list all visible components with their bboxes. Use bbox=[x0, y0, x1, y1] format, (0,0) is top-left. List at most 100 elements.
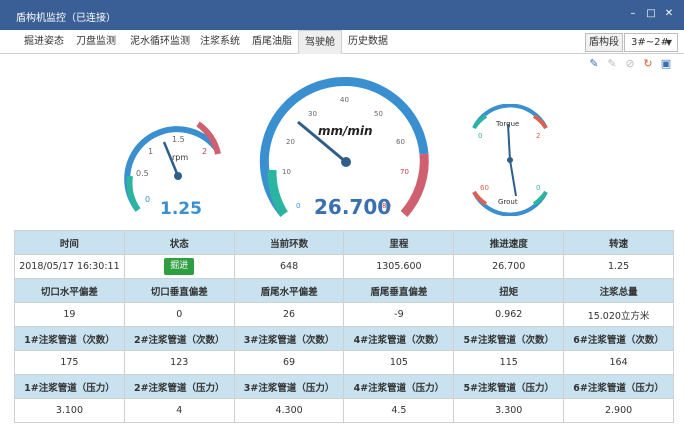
tab-history[interactable]: 历史数据 bbox=[342, 30, 394, 54]
table-cell: 0 bbox=[123, 302, 235, 327]
rpm-tick-4: 2 bbox=[202, 147, 207, 156]
tab-attitude[interactable]: 掘进姿态 bbox=[18, 30, 70, 54]
table-cell: 1305.600 bbox=[343, 254, 455, 279]
table-header-cell: 2#注浆管道（次数） bbox=[123, 326, 235, 351]
rpm-gauge: 0 0.5 1 1.5 2 rpm 1.25 bbox=[124, 121, 221, 219]
speed-tick-6: 60 bbox=[396, 138, 405, 146]
grout-tick-0: 60 bbox=[480, 184, 489, 192]
table-row: 2018/05/17 16:30:11 掘进 648 1305.600 26.700 1.… bbox=[14, 254, 674, 279]
table-header-row: 切口水平偏差 切口垂直偏差 盾尾水平偏差 盾尾垂直偏差 扭矩 注浆总量 bbox=[14, 278, 674, 303]
speed-gauge: 0 10 20 30 40 50 60 70 80 mm/min 26.700 bbox=[259, 76, 429, 219]
table-header-cell: 转速 bbox=[563, 230, 674, 255]
table-cell: 115 bbox=[453, 350, 565, 375]
window-controls: – □ ✕ bbox=[628, 8, 674, 20]
rpm-tick-2: 1 bbox=[148, 147, 153, 156]
tab-cockpit[interactable]: 驾驶舱 bbox=[298, 30, 342, 54]
tab-slurry[interactable]: 泥水循环监测 bbox=[124, 30, 196, 54]
speed-unit: mm/min bbox=[318, 124, 373, 138]
table-header-cell: 2#注浆管道（压力） bbox=[123, 374, 235, 399]
table-row: 19 0 26 -9 0.962 15.020立方米 bbox=[14, 302, 674, 327]
speed-tick-3: 30 bbox=[308, 110, 317, 118]
table-cell: 掘进 bbox=[123, 254, 235, 279]
table-header-cell: 6#注浆管道（压力） bbox=[563, 374, 674, 399]
rpm-tick-3: 1.5 bbox=[172, 135, 185, 144]
close-icon[interactable]: ✕ bbox=[664, 8, 674, 20]
table-cell: 1.25 bbox=[563, 254, 674, 279]
table-header-cell: 切口水平偏差 bbox=[14, 278, 125, 303]
table-cell: 4 bbox=[123, 398, 235, 423]
table-header-cell: 3#注浆管道（次数） bbox=[233, 326, 345, 351]
refresh-icon[interactable]: ↻ bbox=[642, 57, 654, 70]
pencil-icon[interactable]: ✎ bbox=[606, 57, 618, 70]
table-header-cell: 5#注浆管道（压力） bbox=[453, 374, 565, 399]
table-header-row: 1#注浆管道（次数） 2#注浆管道（次数） 3#注浆管道（次数） 4#注浆管道（次数）… bbox=[14, 326, 674, 351]
table-cell: 69 bbox=[233, 350, 345, 375]
table-cell: 15.020立方米 bbox=[563, 302, 674, 327]
table-cell: 105 bbox=[343, 350, 455, 375]
table-cell: 26 bbox=[233, 302, 345, 327]
table-row: 175 123 69 105 115 164 bbox=[14, 350, 674, 375]
status-button[interactable]: 掘进 bbox=[164, 258, 195, 275]
edit-icon[interactable]: ✎ bbox=[588, 57, 600, 70]
torque-grout-gauge: Torque 0 2 60 0 Grout bbox=[472, 104, 548, 216]
rpm-tick-1: 0.5 bbox=[136, 169, 149, 178]
table-header-cell: 当前环数 bbox=[233, 230, 345, 255]
table-cell: 4.5 bbox=[343, 398, 455, 423]
table-cell: 123 bbox=[123, 350, 235, 375]
table-cell: 2018/05/17 16:30:11 bbox=[14, 254, 125, 279]
table-cell: 3.100 bbox=[14, 398, 125, 423]
table-header-cell: 4#注浆管道（次数） bbox=[343, 326, 455, 351]
table-cell: 164 bbox=[563, 350, 674, 375]
delete-icon[interactable]: ⊘ bbox=[624, 57, 636, 70]
speed-tick-5: 50 bbox=[374, 110, 383, 118]
table-header-cell: 状态 bbox=[123, 230, 235, 255]
table-header-cell: 里程 bbox=[343, 230, 455, 255]
table-header-cell: 4#注浆管道（压力） bbox=[343, 374, 455, 399]
table-header-row: 时间 状态 当前环数 里程 推进速度 转速 bbox=[14, 230, 674, 255]
table-cell: 4.300 bbox=[233, 398, 345, 423]
window-title: 盾构机监控（已连接） bbox=[16, 13, 116, 24]
machine-select[interactable]: 3#~2# ▼ bbox=[624, 33, 678, 52]
tab-tail-grease[interactable]: 盾尾油脂 bbox=[246, 30, 298, 54]
table-header-cell: 时间 bbox=[14, 230, 125, 255]
table-row: 3.100 4 4.300 4.5 3.300 2.900 bbox=[14, 398, 674, 423]
grout-label: Grout bbox=[498, 198, 518, 206]
table-header-cell: 5#注浆管道（次数） bbox=[453, 326, 565, 351]
maximize-icon[interactable]: □ bbox=[646, 8, 656, 20]
table-cell: 19 bbox=[14, 302, 125, 327]
tab-grouting[interactable]: 注浆系统 bbox=[194, 30, 246, 54]
machine-select-value: 3#~2# bbox=[631, 37, 669, 48]
table-header-row: 1#注浆管道（压力） 2#注浆管道（压力） 3#注浆管道（压力） 4#注浆管道（压力）… bbox=[14, 374, 674, 399]
tab-cutterhead[interactable]: 刀盘监测 bbox=[70, 30, 122, 54]
rpm-unit: rpm bbox=[172, 153, 188, 162]
table-header-cell: 1#注浆管道（压力） bbox=[14, 374, 125, 399]
torque-needle bbox=[507, 123, 511, 161]
table-header-cell: 注浆总量 bbox=[563, 278, 674, 303]
rpm-tick-0: 0 bbox=[145, 195, 150, 204]
table-header-cell: 推进速度 bbox=[453, 230, 565, 255]
speed-tick-4: 40 bbox=[340, 96, 349, 104]
table-cell: -9 bbox=[343, 302, 455, 327]
grout-needle bbox=[509, 159, 517, 197]
table-header-cell: 切口垂直偏差 bbox=[123, 278, 235, 303]
speed-tick-7: 70 bbox=[400, 168, 409, 176]
table-cell: 648 bbox=[233, 254, 345, 279]
table-cell: 26.700 bbox=[453, 254, 565, 279]
minimize-icon[interactable]: – bbox=[628, 8, 638, 20]
tab-bar: 掘进姿态 刀盘监测 泥水循环监测 注浆系统 盾尾油脂 驾驶舱 历史数据 bbox=[0, 30, 684, 54]
table-cell: 175 bbox=[14, 350, 125, 375]
table-header-cell: 扭矩 bbox=[453, 278, 565, 303]
torque-tick-0: 0 bbox=[478, 132, 482, 140]
table-header-cell: 1#注浆管道（次数） bbox=[14, 326, 125, 351]
save-icon[interactable]: ▣ bbox=[660, 57, 672, 70]
torque-tick-1: 2 bbox=[536, 132, 540, 140]
machine-label: 盾构段 bbox=[585, 33, 623, 52]
rpm-value: 1.25 bbox=[160, 199, 202, 219]
table-header-cell: 6#注浆管道（次数） bbox=[563, 326, 674, 351]
table-header-cell: 盾尾水平偏差 bbox=[233, 278, 345, 303]
chevron-down-icon: ▼ bbox=[665, 38, 672, 47]
table-cell: 3.300 bbox=[453, 398, 565, 423]
status-table: 时间 状态 当前环数 里程 推进速度 转速 2018/05/17 16:30:11 掘进 648… bbox=[14, 230, 674, 423]
speed-tick-0: 0 bbox=[296, 202, 300, 210]
speed-tick-1: 10 bbox=[282, 168, 291, 176]
